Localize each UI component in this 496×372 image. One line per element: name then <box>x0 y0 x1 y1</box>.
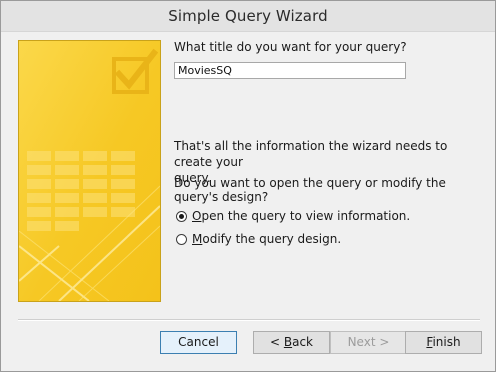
back-button[interactable]: < Back <box>253 331 330 354</box>
cancel-button[interactable]: Cancel <box>160 331 237 354</box>
title-bar[interactable]: Simple Query Wizard <box>1 1 495 32</box>
open-query-option[interactable]: Open the query to view information. <box>176 208 410 224</box>
wizard-window: Simple Query Wizard What title do you wa… <box>0 0 496 372</box>
modify-design-option[interactable]: Modify the query design. <box>176 231 341 247</box>
finish-button[interactable]: Finish <box>405 331 482 354</box>
query-title-input[interactable] <box>174 62 406 79</box>
window-title: Simple Query Wizard <box>168 7 328 25</box>
wizard-banner-art <box>18 40 161 302</box>
open-query-label[interactable]: Open the query to view information. <box>192 209 410 223</box>
modify-design-label[interactable]: Modify the query design. <box>192 232 341 246</box>
checkbox-art-icon <box>19 41 160 301</box>
next-button[interactable]: Next > <box>330 331 407 354</box>
modify-design-radio[interactable] <box>176 233 187 245</box>
open-query-radio[interactable] <box>176 210 187 222</box>
info-line-1: That's all the information the wizard ne… <box>174 139 448 169</box>
wizard-body: What title do you want for your query? T… <box>8 32 488 366</box>
title-prompt-label: What title do you want for your query? <box>174 40 407 54</box>
open-modify-prompt: Do you want to open the query or modify … <box>174 176 446 204</box>
button-separator <box>18 319 480 321</box>
